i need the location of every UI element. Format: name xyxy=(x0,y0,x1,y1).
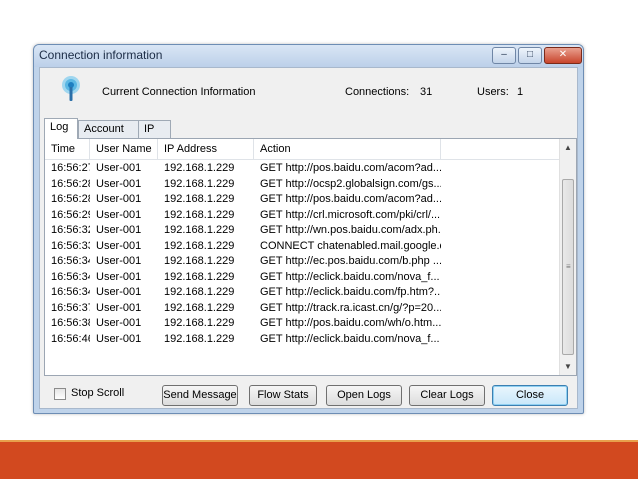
cell-time: 16:56:38 xyxy=(51,317,90,329)
cell-user-name: User-001 xyxy=(96,286,142,298)
table-row[interactable]: 16:56:32 User-001 192.168.1.229 GET http://… xyxy=(45,223,560,239)
open-logs-button[interactable]: Open Logs xyxy=(326,385,402,406)
scroll-down-icon[interactable]: ▼ xyxy=(560,358,576,375)
cell-time: 16:56:28 xyxy=(51,193,90,205)
column-header-ip-address[interactable]: IP Address xyxy=(158,139,254,160)
table-row[interactable]: 16:56:34 User-001 192.168.1.229 GET http://… xyxy=(45,285,560,301)
table-row[interactable]: 16:56:34 User-001 192.168.1.229 GET http://… xyxy=(45,254,560,270)
title-bar[interactable]: Connection information – □ ✕ xyxy=(34,45,583,67)
cell-ip-address: 192.168.1.229 xyxy=(164,224,235,236)
tab-log[interactable]: Log xyxy=(44,118,78,139)
cell-ip-address: 192.168.1.229 xyxy=(164,286,235,298)
close-window-button[interactable]: ✕ xyxy=(544,47,582,64)
log-table[interactable]: Time User Name IP Address Action 16:56:2… xyxy=(44,138,577,376)
cell-ip-address: 192.168.1.229 xyxy=(164,255,235,267)
cell-action: GET http://eclick.baidu.com/fp.htm?... xyxy=(260,286,441,298)
cell-ip-address: 192.168.1.229 xyxy=(164,208,235,221)
cell-ip-address: 192.168.1.229 xyxy=(164,193,235,205)
close-button[interactable]: Close xyxy=(492,385,568,406)
cell-user-name: User-001 xyxy=(96,224,142,236)
users-value: 1 xyxy=(517,86,524,98)
slide-footer-line xyxy=(0,440,638,442)
cell-user-name: User-001 xyxy=(96,162,142,174)
scroll-thumb[interactable]: ≡ xyxy=(562,179,574,355)
cell-time: 16:56:37 xyxy=(51,301,90,314)
cell-user-name: User-001 xyxy=(96,270,142,283)
cell-action: GET http://pos.baidu.com/acom?ad... xyxy=(260,162,441,174)
cell-user-name: User-001 xyxy=(96,239,142,252)
column-header-action[interactable]: Action xyxy=(254,139,441,160)
cell-time: 16:56:33 xyxy=(51,239,90,252)
window-client-area: Current Connection Information Connectio… xyxy=(39,67,578,409)
cell-action: GET http://crl.microsoft.com/pki/crl/... xyxy=(260,208,441,221)
cell-time: 16:56:28 xyxy=(51,177,90,190)
connection-window: Connection information – □ ✕ Current Con… xyxy=(33,44,584,414)
connections-value: 31 xyxy=(420,86,433,98)
cell-user-name: User-001 xyxy=(96,317,142,329)
cell-time: 16:56:32 xyxy=(51,224,90,236)
clear-logs-button[interactable]: Clear Logs xyxy=(409,385,485,406)
table-row[interactable]: 16:56:33 User-001 192.168.1.229 CONNECT cha… xyxy=(45,239,560,255)
column-header-user-name[interactable]: User Name xyxy=(90,139,158,160)
cell-action: GET http://track.ra.icast.cn/g/?p=20... xyxy=(260,301,441,314)
flow-stats-button[interactable]: Flow Stats xyxy=(249,385,317,406)
cell-ip-address: 192.168.1.229 xyxy=(164,270,235,283)
table-row[interactable]: 16:56:29 User-001 192.168.1.229 GET http://… xyxy=(45,208,560,224)
cell-ip-address: 192.168.1.229 xyxy=(164,317,235,329)
cell-user-name: User-001 xyxy=(96,193,142,205)
grip-icon: ≡ xyxy=(566,262,571,271)
tab-ip[interactable]: IP xyxy=(138,120,171,138)
cell-ip-address: 192.168.1.229 xyxy=(164,177,235,190)
column-header-time[interactable]: Time xyxy=(45,139,90,160)
cell-action: GET http://ec.pos.baidu.com/b.php ... xyxy=(260,255,441,267)
stop-scroll-checkbox[interactable] xyxy=(54,388,66,400)
cell-user-name: User-001 xyxy=(96,301,142,314)
table-row[interactable]: 16:56:34 User-001 192.168.1.229 GET http://… xyxy=(45,270,560,286)
cell-user-name: User-001 xyxy=(96,255,142,267)
cell-time: 16:56:29 xyxy=(51,208,90,221)
cell-time: 16:56:34 xyxy=(51,270,90,283)
maximize-button[interactable]: □ xyxy=(518,47,542,64)
cell-time: 16:56:27 xyxy=(51,162,90,174)
cell-time: 16:56:34 xyxy=(51,286,90,298)
minimize-button[interactable]: – xyxy=(492,47,516,64)
cell-time: 16:56:34 xyxy=(51,255,90,267)
table-row[interactable]: 16:56:27 User-001 192.168.1.229 GET http://… xyxy=(45,161,560,177)
table-row[interactable]: 16:56:28 User-001 192.168.1.229 GET http://… xyxy=(45,192,560,208)
cell-action: CONNECT chatenabled.mail.google.c... xyxy=(260,239,441,252)
antenna-icon xyxy=(62,76,80,101)
cell-ip-address: 192.168.1.229 xyxy=(164,301,235,314)
table-row[interactable]: 16:56:28 User-001 192.168.1.229 GET http://… xyxy=(45,177,560,193)
header-title: Current Connection Information xyxy=(102,86,256,98)
send-message-button[interactable]: Send Message xyxy=(162,385,238,406)
slide-footer-bar xyxy=(0,440,638,479)
users-label: Users: xyxy=(477,86,509,98)
column-header-filler xyxy=(441,139,560,160)
cell-action: GET http://eclick.baidu.com/nova_f... xyxy=(260,332,440,345)
scroll-up-icon[interactable]: ▲ xyxy=(560,139,576,156)
cell-action: GET http://pos.baidu.com/acom?ad... xyxy=(260,193,441,205)
cell-ip-address: 192.168.1.229 xyxy=(164,162,235,174)
cell-user-name: User-001 xyxy=(96,208,142,221)
window-title: Connection information xyxy=(39,48,163,62)
cell-ip-address: 192.168.1.229 xyxy=(164,239,235,252)
cell-ip-address: 192.168.1.229 xyxy=(164,332,235,345)
connections-label: Connections: xyxy=(345,86,410,98)
cell-action: GET http://ocsp2.globalsign.com/gs... xyxy=(260,177,441,190)
cell-time: 16:56:46 xyxy=(51,332,90,345)
tab-account[interactable]: Account xyxy=(78,120,140,138)
cell-action: GET http://pos.baidu.com/wh/o.htm... xyxy=(260,317,441,329)
stop-scroll-label[interactable]: Stop Scroll xyxy=(71,387,124,399)
cell-user-name: User-001 xyxy=(96,177,142,190)
table-row[interactable]: 16:56:38 User-001 192.168.1.229 GET http://… xyxy=(45,316,560,332)
cell-action: GET http://wn.pos.baidu.com/adx.ph... xyxy=(260,224,441,236)
table-row[interactable]: 16:56:37 User-001 192.168.1.229 GET http://… xyxy=(45,301,560,317)
cell-user-name: User-001 xyxy=(96,332,142,345)
cell-action: GET http://eclick.baidu.com/nova_f... xyxy=(260,270,440,283)
table-row[interactable]: 16:56:46 User-001 192.168.1.229 GET http://… xyxy=(45,332,560,348)
vertical-scrollbar[interactable]: ▲ ≡ ▼ xyxy=(559,139,576,375)
